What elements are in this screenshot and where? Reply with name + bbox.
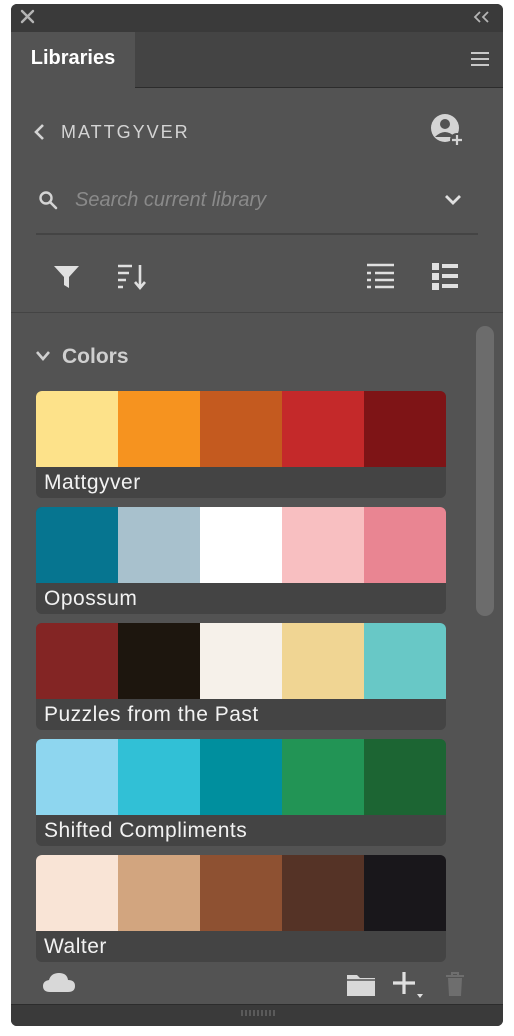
libraries-panel: Libraries MATTGYVER Search current libra… — [11, 4, 503, 1026]
swatch-row — [36, 855, 446, 931]
theme-name: Opossum — [44, 587, 138, 610]
compact-list-view-icon[interactable] — [429, 261, 461, 291]
color-swatch[interactable] — [364, 623, 446, 699]
chevron-down-icon[interactable] — [443, 192, 463, 208]
swatch-row — [36, 623, 446, 699]
color-swatch[interactable] — [282, 391, 364, 467]
chevron-left-icon[interactable] — [33, 122, 47, 142]
list-view-icon[interactable] — [365, 261, 397, 291]
library-name[interactable]: MATTGYVER — [61, 118, 190, 146]
color-swatch[interactable] — [200, 391, 282, 467]
theme-name: Walter — [44, 935, 107, 958]
color-swatch[interactable] — [364, 739, 446, 815]
chevron-down-icon[interactable] — [35, 350, 51, 362]
tab-row: Libraries — [11, 32, 503, 88]
add-plus-icon[interactable] — [391, 970, 425, 1000]
filter-icon[interactable] — [51, 261, 83, 291]
color-swatch[interactable] — [364, 391, 446, 467]
color-swatch[interactable] — [282, 507, 364, 583]
search-icon — [39, 191, 58, 210]
color-swatch[interactable] — [118, 391, 200, 467]
swatch-row — [36, 391, 446, 467]
swatch-row — [36, 739, 446, 815]
sort-icon[interactable] — [115, 261, 147, 291]
color-swatch[interactable] — [200, 739, 282, 815]
search-divider — [36, 233, 478, 235]
color-theme-card[interactable]: Mattgyver — [36, 391, 446, 498]
color-swatch[interactable] — [36, 391, 118, 467]
color-swatch[interactable] — [200, 623, 282, 699]
scrollbar-thumb[interactable] — [476, 326, 494, 616]
library-header-area: MATTGYVER — [11, 88, 503, 312]
color-swatch[interactable] — [36, 623, 118, 699]
tab-libraries[interactable]: Libraries — [11, 32, 135, 88]
panel-resize-bar[interactable] — [11, 1005, 503, 1026]
search-input[interactable] — [75, 184, 425, 216]
section-title: Colors — [62, 345, 129, 368]
color-swatch[interactable] — [364, 855, 446, 931]
double-chevron-left-icon[interactable] — [471, 8, 493, 26]
color-swatch[interactable] — [282, 623, 364, 699]
theme-name: Puzzles from the Past — [44, 703, 259, 726]
color-swatch[interactable] — [200, 507, 282, 583]
color-swatch[interactable] — [282, 855, 364, 931]
theme-name: Shifted Compliments — [44, 819, 248, 842]
color-swatch[interactable] — [118, 507, 200, 583]
color-theme-card[interactable]: Puzzles from the Past — [36, 623, 446, 730]
color-swatch[interactable] — [282, 739, 364, 815]
trash-icon[interactable] — [443, 970, 467, 998]
color-theme-card[interactable]: Walter — [36, 855, 446, 962]
add-person-icon[interactable] — [428, 112, 466, 148]
color-theme-card[interactable]: Opossum — [36, 507, 446, 614]
color-swatch[interactable] — [118, 623, 200, 699]
color-swatch[interactable] — [200, 855, 282, 931]
bottom-toolbar — [11, 964, 503, 1004]
color-swatch[interactable] — [36, 739, 118, 815]
color-swatch[interactable] — [36, 855, 118, 931]
library-items-list: Colors Mattgyver Opossum Puzzles from th… — [11, 312, 503, 965]
panel-titlebar — [11, 4, 503, 32]
color-theme-card[interactable]: Shifted Compliments — [36, 739, 446, 846]
color-swatch[interactable] — [118, 739, 200, 815]
close-icon[interactable] — [18, 6, 38, 28]
color-swatch[interactable] — [36, 507, 118, 583]
hamburger-menu-icon[interactable] — [469, 50, 491, 68]
color-swatch[interactable] — [364, 507, 446, 583]
theme-name: Mattgyver — [44, 471, 141, 494]
folder-icon[interactable] — [345, 970, 377, 998]
swatch-row — [36, 507, 446, 583]
color-swatch[interactable] — [118, 855, 200, 931]
resize-grip-icon[interactable] — [240, 1009, 276, 1017]
cloud-icon[interactable] — [41, 970, 77, 996]
